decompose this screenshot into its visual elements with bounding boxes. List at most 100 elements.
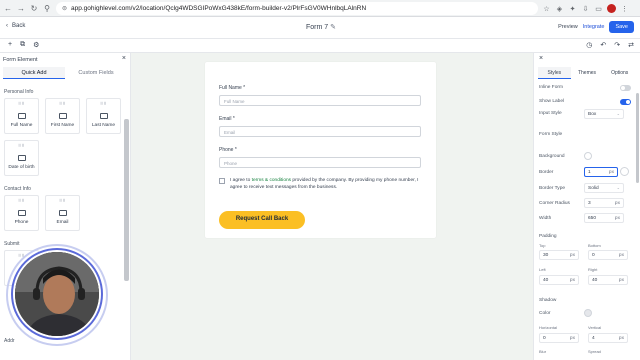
scrollbar[interactable]: [124, 119, 129, 281]
request-call-back-button[interactable]: Request Call Back: [219, 211, 305, 229]
input-style-select[interactable]: Box ⌄: [584, 109, 624, 119]
unit-label: px: [614, 216, 620, 221]
site-info-icon[interactable]: ⊜: [62, 5, 67, 12]
padding-top-input[interactable]: 30 px: [539, 250, 579, 260]
consent-pre: I agree to: [230, 178, 252, 183]
url-text: app.gohighlevel.com/v2/location/Qclg4WDS…: [71, 5, 367, 12]
width-input[interactable]: 650 px: [584, 213, 624, 223]
padding-bottom-label: Bottom: [588, 243, 601, 248]
back-arrow-icon[interactable]: ←: [3, 3, 13, 13]
padding-bottom-input[interactable]: 0 px: [588, 250, 628, 260]
tab-options[interactable]: Options: [603, 67, 636, 79]
drag-grip-icon[interactable]: ⠿⠿: [18, 101, 25, 106]
background-label: Background: [539, 154, 565, 159]
border-type-value: Solid: [588, 186, 599, 191]
integrate-button[interactable]: Integrate: [583, 24, 605, 30]
element-email[interactable]: ⠿⠿ Email: [45, 195, 80, 231]
section-label: Contact Info: [4, 186, 31, 192]
redo-icon[interactable]: ↷: [614, 41, 620, 49]
menu-kebab-icon[interactable]: ⋮: [618, 2, 631, 15]
element-label: Email: [56, 220, 69, 225]
forward-arrow-icon[interactable]: →: [16, 3, 26, 13]
calendar-icon: [17, 155, 26, 161]
inline-form-label: Inline Form: [539, 85, 563, 90]
form-title[interactable]: Form 7 ✎: [306, 23, 336, 31]
padding-top-label: Top: [539, 243, 546, 248]
element-phone[interactable]: ⠿⠿ Phone: [4, 195, 39, 231]
show-label-toggle[interactable]: [620, 99, 631, 105]
border-color-swatch[interactable]: [620, 167, 629, 176]
settings-icon[interactable]: ⚙: [33, 41, 39, 49]
form-preview-card[interactable]: Full Name * Full Name Email * Email Phon…: [205, 62, 436, 238]
save-button[interactable]: Save: [609, 21, 634, 33]
drag-grip-icon[interactable]: ⠿⠿: [100, 101, 107, 106]
drag-grip-icon[interactable]: ⠿⠿: [59, 198, 66, 203]
full-name-input[interactable]: Full Name: [219, 95, 421, 106]
corner-radius-input[interactable]: 3 px: [584, 198, 624, 208]
add-icon[interactable]: +: [8, 41, 12, 49]
input-field-icon: [58, 113, 67, 119]
element-date-of-birth[interactable]: ⠿⠿ Date of birth: [4, 140, 39, 176]
scrollbar[interactable]: [636, 93, 639, 183]
element-last-name[interactable]: ⠿⠿ Last Name: [86, 98, 121, 134]
unit-label: px: [569, 253, 575, 258]
padding-left-label: Left: [539, 267, 546, 272]
input-style-label: Input Style: [539, 111, 562, 116]
preview-button[interactable]: Preview: [558, 24, 578, 30]
form-canvas: Full Name * Full Name Email * Email Phon…: [131, 53, 533, 360]
border-value: 1: [588, 170, 591, 175]
reload-icon[interactable]: ↻: [29, 3, 39, 13]
history-icon[interactable]: ◷: [586, 41, 592, 49]
close-icon[interactable]: ×: [122, 55, 126, 62]
tune-icon[interactable]: ⚲: [42, 3, 52, 13]
terms-link[interactable]: terms & conditions: [252, 178, 291, 183]
shadow-color-swatch[interactable]: [584, 309, 592, 317]
tab-themes[interactable]: Themes: [571, 67, 604, 79]
back-label: Back: [12, 23, 26, 29]
shadow-horizontal-value: 0: [543, 336, 546, 341]
unit-label: px: [608, 170, 614, 175]
input-field-icon: [99, 113, 108, 119]
corner-radius-label: Corner Radius: [539, 201, 570, 206]
border-type-label: Border Type: [539, 186, 566, 191]
padding-right-input[interactable]: 40 px: [588, 275, 628, 285]
drag-grip-icon[interactable]: ⠿⠿: [18, 198, 25, 203]
profile-avatar[interactable]: [607, 4, 616, 13]
back-button[interactable]: ‹ Back: [6, 23, 25, 29]
sliders-icon[interactable]: ⇄: [628, 41, 634, 49]
extension-icon[interactable]: ◈: [553, 2, 566, 15]
inline-form-toggle[interactable]: [620, 85, 631, 91]
edit-pencil-icon[interactable]: ✎: [330, 24, 336, 31]
background-color-swatch[interactable]: [584, 152, 592, 160]
shadow-horizontal-input[interactable]: 0 px: [539, 333, 579, 343]
bookmark-star-icon[interactable]: ☆: [540, 2, 553, 15]
browser-toolbar: ← → ↻ ⚲ ⊜ app.gohighlevel.com/v2/locatio…: [0, 0, 640, 17]
undo-icon[interactable]: ↶: [600, 41, 606, 49]
consent-checkbox[interactable]: [219, 178, 225, 184]
tab-custom-fields[interactable]: Custom Fields: [65, 67, 127, 79]
border-width-input[interactable]: 1 px: [584, 167, 618, 177]
border-type-select[interactable]: Solid ⌄: [584, 183, 624, 193]
address-bar[interactable]: ⊜ app.gohighlevel.com/v2/location/Qclg4W…: [56, 2, 538, 15]
tab-styles[interactable]: Styles: [538, 67, 571, 79]
tab-quick-add[interactable]: Quick Add: [3, 67, 65, 79]
puzzle-icon[interactable]: ✦: [566, 2, 579, 15]
sidepanel-icon[interactable]: ▭: [592, 2, 605, 15]
element-label: Full Name: [10, 123, 33, 128]
corner-radius-value: 3: [588, 201, 591, 206]
phone-input[interactable]: Phone: [219, 157, 421, 168]
shadow-vertical-input[interactable]: 4 px: [588, 333, 628, 343]
close-icon[interactable]: ×: [539, 55, 543, 62]
padding-left-input[interactable]: 40 px: [539, 275, 579, 285]
drag-grip-icon[interactable]: ⠿⠿: [18, 143, 25, 148]
element-full-name[interactable]: ⠿⠿ Full Name: [4, 98, 39, 134]
download-icon[interactable]: ⇩: [579, 2, 592, 15]
consent-row: I agree to terms & conditions provided b…: [219, 177, 421, 191]
unit-label: px: [618, 278, 624, 283]
chevron-down-icon: ⌄: [616, 185, 620, 190]
element-first-name[interactable]: ⠿⠿ First Name: [45, 98, 80, 134]
email-input[interactable]: Email: [219, 126, 421, 137]
element-label: First Name: [50, 123, 75, 128]
layers-icon[interactable]: ⧉: [20, 41, 25, 49]
drag-grip-icon[interactable]: ⠿⠿: [59, 101, 66, 106]
